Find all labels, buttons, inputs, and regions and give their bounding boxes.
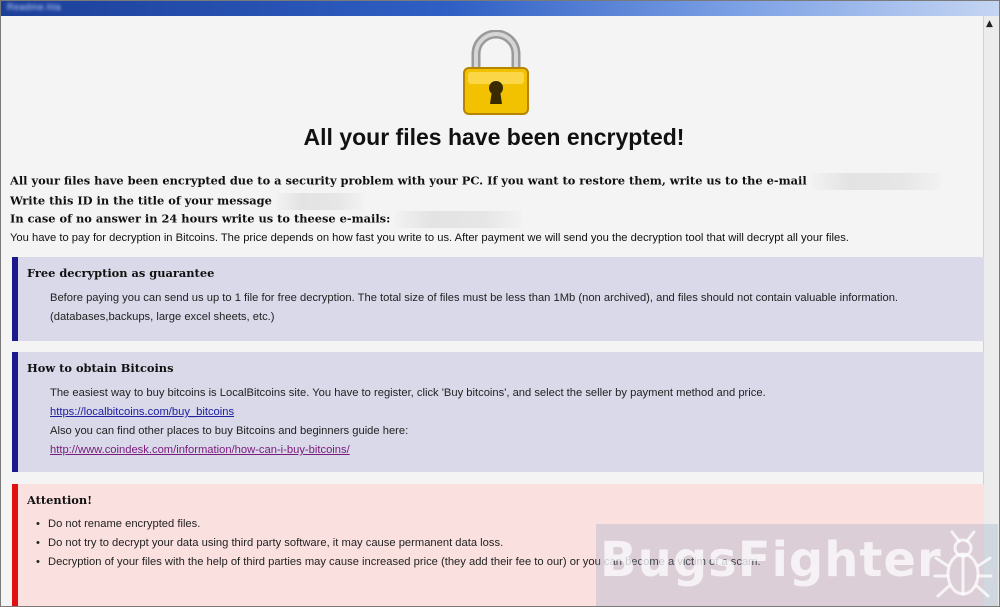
scroll-up-arrow-icon[interactable]: ▲ [986, 19, 993, 29]
window-title: Readme.hta [7, 2, 62, 12]
watermark-text: BugsFighter [600, 532, 942, 588]
bitcoins-guide-text: Also you can find other places to buy Bi… [50, 425, 409, 437]
intro-line-email: All your files have been encrypted due t… [10, 173, 941, 190]
intro-line-backup-emails: In case of no answer in 24 hours write u… [10, 211, 523, 228]
ransom-window: Readme.hta ▲ All your files have been en… [0, 0, 1000, 607]
intro-email-text: All your files have been encrypted due t… [10, 173, 807, 188]
intro-id-text: Write this ID in the title of your messa… [10, 193, 272, 208]
redacted-id [275, 193, 364, 210]
free-decryption-box: Free decryption as guarantee Before payi… [12, 257, 984, 341]
attention-title: Attention! [27, 493, 93, 507]
localbitcoins-link[interactable]: https://localbitcoins.com/buy_bitcoins [50, 406, 234, 418]
bitcoins-box: How to obtain Bitcoins The easiest way t… [12, 352, 984, 472]
bitcoins-title: How to obtain Bitcoins [27, 361, 174, 375]
intro-line-id: Write this ID in the title of your messa… [10, 193, 364, 210]
headline: All your files have been encrypted! [303, 124, 685, 150]
message-content: All your files have been encrypted! All … [10, 16, 984, 606]
vertical-scrollbar[interactable]: ▲ [983, 16, 999, 606]
free-decryption-note: (databases,backups, large excel sheets, … [50, 311, 275, 323]
free-decryption-text: Before paying you can send us up to 1 fi… [50, 292, 899, 304]
redacted-backup-emails [394, 211, 523, 228]
bugsfighter-watermark: BugsFighter [596, 524, 998, 606]
padlock-icon [463, 30, 529, 115]
title-bar[interactable]: Readme.hta [1, 1, 999, 16]
intro-line-payment: You have to pay for decryption in Bitcoi… [10, 232, 849, 244]
bug-icon [933, 530, 993, 598]
redacted-email [810, 173, 941, 190]
bitcoins-text: The easiest way to buy bitcoins is Local… [50, 387, 766, 399]
attention-item: • Do not try to decrypt your data using t… [36, 537, 504, 549]
attention-item: • Do not rename encrypted files. [36, 518, 201, 530]
coindesk-link[interactable]: http://www.coindesk.com/information/how-… [50, 444, 350, 456]
free-decryption-title: Free decryption as guarantee [27, 266, 215, 280]
intro-backup-text: In case of no answer in 24 hours write u… [10, 211, 391, 226]
